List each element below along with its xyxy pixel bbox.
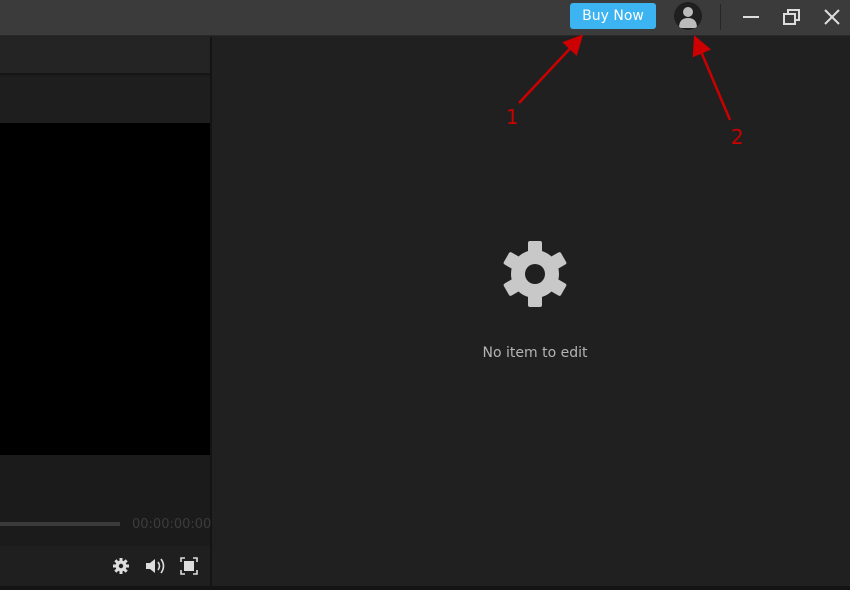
minimize-icon (743, 16, 759, 18)
speaker-icon (146, 558, 165, 574)
buy-now-button[interactable]: Buy Now (570, 3, 656, 29)
annotation-arrow-2 (692, 35, 732, 121)
video-preview (0, 123, 210, 455)
player-controls (0, 546, 210, 586)
close-button[interactable] (821, 6, 843, 28)
minimize-button[interactable] (740, 6, 762, 28)
panel-subheader (0, 77, 210, 123)
seek-bar[interactable] (0, 522, 120, 526)
gear-icon (113, 558, 129, 574)
close-icon (824, 9, 840, 25)
restore-button[interactable] (781, 6, 803, 28)
fullscreen-icon (180, 557, 198, 575)
restore-icon (783, 9, 800, 25)
annotation-label-1: 1 (506, 105, 519, 129)
divider (720, 4, 721, 30)
user-icon (679, 7, 697, 28)
fullscreen-button[interactable] (179, 556, 199, 576)
timecode: 00:00:00:00 (132, 517, 212, 532)
bottom-border (0, 586, 850, 590)
volume-button[interactable] (144, 556, 165, 576)
preview-panel: 00:00:00:00 (0, 37, 212, 586)
annotation-arrow-1 (518, 34, 584, 104)
empty-state-text: No item to edit (482, 345, 588, 361)
settings-button[interactable] (111, 556, 131, 576)
account-avatar-button[interactable] (674, 2, 702, 30)
annotation-label-2: 2 (731, 125, 744, 149)
panel-header (0, 37, 210, 75)
title-bar: Buy Now (0, 0, 850, 36)
gear-icon (503, 241, 567, 307)
